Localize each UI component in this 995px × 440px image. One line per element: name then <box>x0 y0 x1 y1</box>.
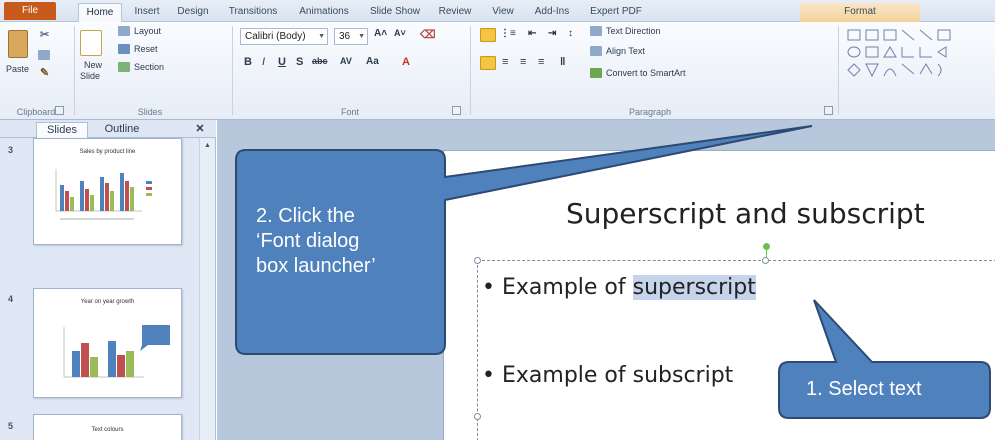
slide-number: 3 <box>8 145 14 155</box>
callout-step-1-text: 1. Select text <box>806 378 922 400</box>
line-spacing-icon[interactable]: ↕ <box>568 28 573 39</box>
thumbnail-chart <box>63 325 170 378</box>
slide-thumbnail[interactable]: Year on year growth <box>33 288 182 398</box>
slides-outline-tabs: Slides Outline ✕ <box>0 120 216 138</box>
tab-outline[interactable]: Outline <box>92 122 152 138</box>
slide-thumbnail[interactable]: Sales by product line <box>33 138 182 245</box>
align-text-icon[interactable] <box>590 46 602 56</box>
increase-indent-icon[interactable]: ⇥ <box>548 28 556 39</box>
text-direction-button[interactable]: Text Direction <box>606 26 661 36</box>
new-slide-label-1: New <box>84 60 103 70</box>
paste-icon[interactable] <box>8 30 28 58</box>
thumbnail-title: Sales by product line <box>79 149 136 155</box>
bullet-superscript[interactable]: • Example of superscript <box>482 275 756 300</box>
strikethrough-icon[interactable]: abc <box>312 56 328 66</box>
align-text-button[interactable]: Align Text <box>606 46 645 56</box>
align-right-icon[interactable]: ≡ <box>520 56 526 68</box>
ribbon-tab-bar: File Home Insert Design Transitions Anim… <box>0 0 995 22</box>
tab-transitions[interactable]: Transitions <box>221 3 285 22</box>
clipboard-launcher-icon[interactable] <box>55 106 64 115</box>
columns-icon[interactable]: ‖ <box>560 56 565 68</box>
resize-handle[interactable] <box>474 257 481 264</box>
slides-pane[interactable]: 3 Sales by product line 4 Year on year g… <box>0 138 216 440</box>
reset-button[interactable]: Reset <box>134 44 158 54</box>
bullet-text: Example of <box>501 275 633 300</box>
slide-title[interactable]: Superscript and subscript <box>566 197 925 230</box>
section-button[interactable]: Section <box>134 62 164 72</box>
font-size-combo[interactable]: 36 ▼ <box>334 28 368 45</box>
numbering-icon[interactable]: ⋮≡ <box>500 28 516 39</box>
italic-icon[interactable]: I <box>262 56 265 68</box>
tab-format[interactable]: Format <box>800 3 920 22</box>
callout-step-2-text: 2. Click the ‘Font dialog box launcher’ <box>256 205 376 277</box>
resize-handle[interactable] <box>762 257 769 264</box>
paragraph-group-label: Paragraph <box>628 107 672 117</box>
bullet-text: Example of subscript <box>501 363 734 388</box>
paste-label: Paste <box>6 64 30 74</box>
shapes-gallery[interactable] <box>846 28 991 80</box>
convert-to-smartart-button[interactable]: Convert to SmartArt <box>606 68 686 78</box>
ribbon: Paste ✂ ✎ Clipboard New Slide Layout Res… <box>0 22 995 120</box>
decrease-indent-icon[interactable]: ⇤ <box>528 28 536 39</box>
reset-icon[interactable] <box>118 44 130 54</box>
shrink-font-icon[interactable]: A˅ <box>394 28 406 38</box>
font-launcher-icon[interactable] <box>452 106 461 115</box>
change-case-icon[interactable]: Aa <box>366 56 379 67</box>
tab-view[interactable]: View <box>484 3 522 22</box>
tab-design[interactable]: Design <box>172 3 214 22</box>
selected-text[interactable]: superscript <box>632 275 756 300</box>
paragraph-launcher-icon[interactable] <box>824 106 833 115</box>
slide-number: 4 <box>8 294 14 304</box>
font-color-icon[interactable]: A <box>402 56 410 68</box>
format-painter-icon[interactable]: ✎ <box>40 66 49 79</box>
justify-icon[interactable]: ≡ <box>538 56 544 68</box>
slides-group-label: Slides <box>137 107 163 117</box>
align-center-icon[interactable]: ≡ <box>502 56 508 68</box>
layout-button[interactable]: Layout <box>134 26 161 36</box>
bold-icon[interactable]: B <box>244 56 252 68</box>
shadow-icon[interactable]: S <box>296 56 303 68</box>
separator <box>74 26 75 115</box>
separator <box>838 26 839 115</box>
tab-file[interactable]: File <box>4 2 56 20</box>
align-left-icon[interactable] <box>480 56 496 70</box>
slide-thumbnail[interactable]: Text colours <box>33 414 182 440</box>
thumbnail-title: Text colours <box>91 427 124 433</box>
separator <box>232 26 233 115</box>
tab-insert[interactable]: Insert <box>128 3 166 22</box>
tab-slides[interactable]: Slides <box>36 122 88 138</box>
shapes-gallery-icons <box>847 29 951 78</box>
slides-pane-scrollbar[interactable]: ▲ <box>199 138 215 440</box>
underline-icon[interactable]: U <box>278 56 286 68</box>
new-slide-icon[interactable] <box>80 30 102 56</box>
tab-slide-show[interactable]: Slide Show <box>364 3 426 22</box>
smartart-icon[interactable] <box>590 68 602 78</box>
grow-font-icon[interactable]: A˄ <box>374 28 387 39</box>
thumbnail-title: Year on year growth <box>80 299 135 305</box>
tab-add-ins[interactable]: Add-Ins <box>528 3 576 22</box>
cut-icon[interactable]: ✂ <box>40 28 49 41</box>
tab-review[interactable]: Review <box>432 3 478 22</box>
clear-formatting-icon[interactable]: ⌫ <box>420 28 436 41</box>
bullets-icon[interactable] <box>480 28 496 42</box>
new-slide-label-2: Slide <box>80 71 101 81</box>
separator <box>470 26 471 115</box>
thumbnail-chart <box>55 169 152 220</box>
bullet-subscript[interactable]: • Example of subscript <box>482 363 733 388</box>
resize-handle[interactable] <box>474 413 481 420</box>
tab-expert-pdf[interactable]: Expert PDF <box>584 3 648 22</box>
close-pane-icon[interactable]: ✕ <box>190 122 210 138</box>
tab-animations[interactable]: Animations <box>292 3 356 22</box>
tab-home[interactable]: Home <box>78 3 122 22</box>
scroll-up-icon[interactable]: ▲ <box>204 142 211 149</box>
section-icon[interactable] <box>118 62 130 72</box>
character-spacing-icon[interactable]: AV <box>340 56 352 66</box>
font-name-combo[interactable]: Calibri (Body) ▼ <box>240 28 328 45</box>
slide-number: 5 <box>8 421 14 431</box>
copy-icon[interactable] <box>38 50 50 60</box>
font-group-label: Font <box>340 107 359 117</box>
rotate-handle-stem <box>766 249 767 258</box>
layout-icon[interactable] <box>118 26 130 36</box>
text-direction-icon[interactable] <box>590 26 602 36</box>
